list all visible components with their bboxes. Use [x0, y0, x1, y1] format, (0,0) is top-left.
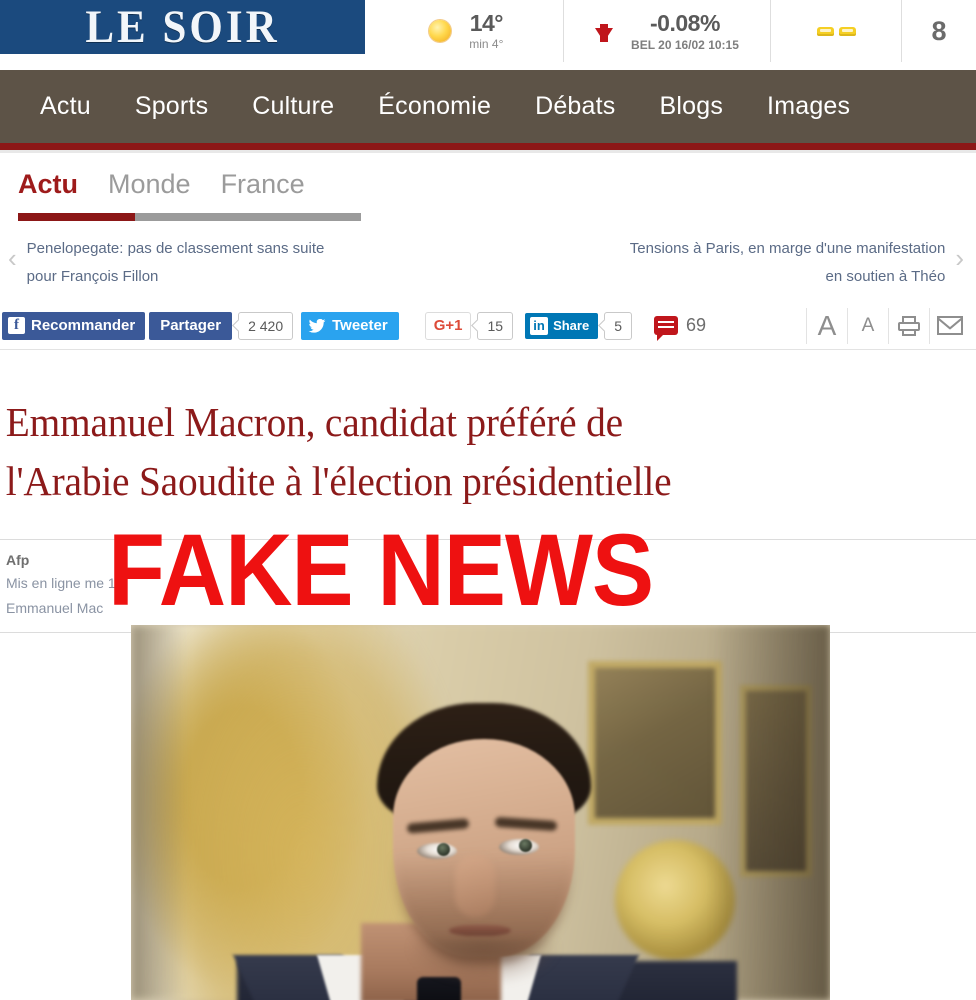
photo-left-shade [131, 625, 187, 1000]
photo-nose [455, 855, 495, 917]
comment-bubble-icon [654, 316, 678, 341]
photo-right-shade [710, 625, 830, 1000]
linkedin-share-button[interactable]: in Share [525, 312, 599, 339]
comments-count: 69 [686, 315, 707, 335]
subtab-actu[interactable]: Actu [18, 169, 78, 200]
ticker-left-group: ‹ Penelopegate: pas de classement sans s… [8, 235, 357, 291]
nav-item-blogs[interactable]: Blogs [638, 92, 746, 121]
comments-button[interactable]: 69 [654, 315, 707, 341]
nav-item-economie[interactable]: Économie [356, 92, 513, 121]
stock-change: -0.08% [650, 9, 720, 36]
facebook-share-count: 2 420 [238, 311, 294, 340]
article-headline: Emmanuel Macron, candidat préféré de l'A… [0, 377, 937, 511]
nav-item-sports[interactable]: Sports [113, 92, 230, 121]
weather-widget[interactable]: 14° min 4° [370, 0, 563, 62]
google-plus-count: 15 [477, 311, 514, 340]
printer-icon [898, 315, 920, 336]
subtab-monde[interactable]: Monde [108, 169, 191, 200]
ticker-right-group: Tensions à Paris, en marge d'une manifes… [615, 235, 964, 291]
stock-text: -0.08% BEL 20 16/02 10:15 [631, 10, 739, 53]
main-navigation: Actu Sports Culture Économie Débats Blog… [0, 70, 976, 143]
envelope-icon [937, 316, 963, 335]
article-tools: A A [806, 307, 976, 344]
car-icon [816, 26, 834, 36]
extra-value: 8 [931, 15, 947, 46]
decrease-font-button[interactable]: A [847, 307, 888, 344]
sub-navigation: Actu Monde France [0, 153, 976, 221]
top-widgets: 14° min 4° -0.08% BEL 20 16/02 10:15 8 [370, 0, 976, 62]
byline-author: Afp [6, 551, 30, 568]
arrow-down-icon [595, 24, 614, 42]
nav-item-actu[interactable]: Actu [18, 92, 113, 121]
social-share-bar: f Recommander Partager 2 420 Tweeter G+1… [0, 303, 976, 350]
byline-published: Mis en ligne me 17, [6, 575, 128, 592]
photo-content [131, 625, 830, 1000]
headline-ticker: ‹ Penelopegate: pas de classement sans s… [0, 221, 976, 301]
twitter-tweet-button[interactable]: Tweeter [301, 311, 399, 340]
printer-output [902, 328, 916, 336]
comment-line [658, 326, 674, 328]
facebook-recommend-label: Recommander [31, 317, 136, 334]
sub-nav-progress-bar [18, 213, 361, 221]
stock-widget[interactable]: -0.08% BEL 20 16/02 10:15 [562, 0, 771, 62]
traffic-widget[interactable] [770, 0, 901, 62]
headline-line-2: l'Arabie Saoudite à l'élection président… [5, 458, 672, 504]
chevron-right-icon[interactable]: › [955, 235, 964, 271]
twitter-bird-icon [308, 318, 326, 333]
stock-label: BEL 20 16/02 10:15 [631, 38, 739, 53]
nav-item-culture[interactable]: Culture [230, 92, 356, 121]
sub-nav-tabs: Actu Monde France [18, 169, 976, 200]
facebook-share-button[interactable]: Partager [149, 311, 233, 340]
extra-widget[interactable]: 8 [901, 0, 976, 62]
nav-item-images[interactable]: Images [745, 92, 872, 121]
article-page: LE SOIR 14° min 4° -0.08% BEL 20 16/02 1… [0, 0, 976, 1000]
nav-accent-rule [0, 143, 976, 150]
logo-text: LE SOIR [85, 1, 280, 53]
cars-icon [816, 26, 856, 36]
byline-lead: Emmanuel Mac [6, 599, 104, 616]
increase-font-button[interactable]: A [806, 307, 847, 344]
photo-subject [363, 703, 613, 1000]
google-plus-button[interactable]: G+1 [424, 311, 472, 340]
linkedin-icon: in [530, 316, 549, 335]
linkedin-label: Share [553, 318, 590, 333]
sun-icon [429, 20, 452, 42]
nav-item-debats[interactable]: Débats [513, 92, 637, 121]
headline-line-1: Emmanuel Macron, candidat préféré de [5, 398, 623, 445]
top-bar: LE SOIR 14° min 4° -0.08% BEL 20 16/02 1… [0, 0, 976, 70]
email-button[interactable] [929, 307, 970, 344]
subtab-france[interactable]: France [221, 169, 305, 200]
photo-mouth [449, 925, 511, 936]
print-button[interactable] [888, 307, 929, 344]
photo-pupil-right [519, 839, 532, 852]
chevron-left-icon[interactable]: ‹ [8, 235, 17, 271]
weather-min: min 4° [469, 37, 504, 52]
facebook-icon: f [8, 317, 25, 334]
printer-top [902, 315, 916, 322]
article-byline: Afp Mis en ligne me 17, Emmanuel Mac [0, 538, 976, 634]
article-photo [131, 625, 830, 1000]
ticker-item-right[interactable]: Tensions à Paris, en marge d'une manifes… [615, 235, 946, 291]
photo-jaw-shade [409, 939, 559, 985]
linkedin-count: 5 [604, 311, 632, 340]
car-icon [838, 26, 856, 36]
facebook-recommend-button[interactable]: f Recommander [2, 311, 146, 340]
weather-text: 14° min 4° [469, 10, 503, 52]
comment-line [658, 321, 674, 323]
ticker-item-left[interactable]: Penelopegate: pas de classement sans sui… [27, 235, 357, 291]
weather-temperature: 14° [469, 9, 504, 36]
twitter-label: Tweeter [332, 317, 388, 334]
photo-pupil-left [437, 843, 450, 856]
site-logo[interactable]: LE SOIR [0, 0, 365, 54]
